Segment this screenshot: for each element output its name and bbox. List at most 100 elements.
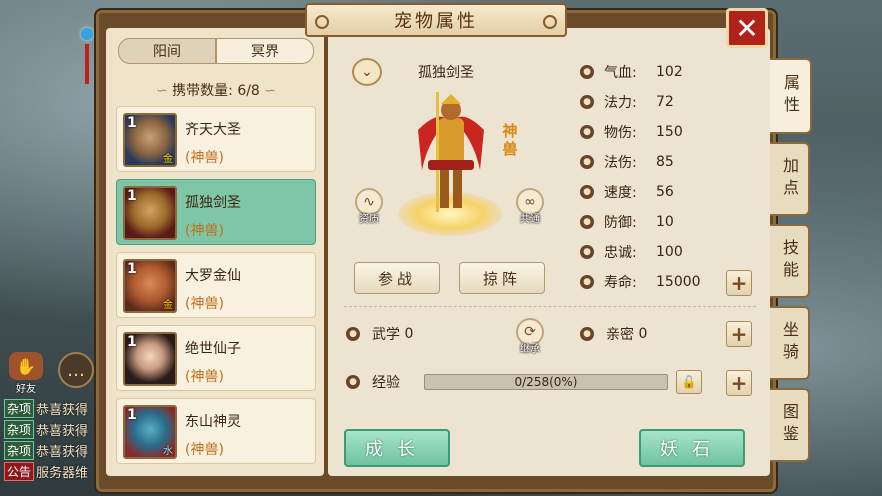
- pet-list-item[interactable]: 1 金 齐天大圣 (神兽): [116, 106, 316, 172]
- chat-text: 恭喜获得: [36, 402, 89, 418]
- pet-list-item[interactable]: 1 水 东山神灵 (神兽): [116, 398, 316, 464]
- loyalty-icon: ●: [580, 245, 594, 259]
- raid-button[interactable]: 掠阵: [459, 262, 545, 294]
- add-experience-button[interactable]: +: [726, 370, 752, 396]
- add-intimacy-button[interactable]: +: [726, 321, 752, 347]
- carry-count: ∽ 携带数量: 6/8 ∽: [118, 80, 314, 100]
- stat-label: 忠诚:: [604, 245, 637, 261]
- tab-attributes[interactable]: 属性: [770, 58, 812, 134]
- pet-level: 1: [127, 334, 137, 350]
- martial-value: 0: [404, 326, 414, 342]
- tab-mount[interactable]: 坐骑: [770, 306, 810, 380]
- chat-text: 恭喜获得: [36, 444, 89, 460]
- stat-label: 速度:: [604, 185, 637, 201]
- close-button[interactable]: ✕: [726, 8, 768, 48]
- pet-list-item[interactable]: 1 金 大罗金仙 (神兽): [116, 252, 316, 318]
- stat-label: 法力:: [604, 95, 637, 111]
- pet-grade-badge: 金: [163, 154, 173, 165]
- stat-value: 85: [656, 154, 674, 170]
- tab-codex[interactable]: 图鉴: [770, 388, 810, 462]
- carry-count-label: 携带数量:: [172, 83, 233, 99]
- stat-value: 72: [656, 94, 674, 110]
- pet-type: (神兽): [185, 442, 224, 458]
- blood-icon: ●: [580, 65, 594, 79]
- pet-portrait-monkey-king: 1 金: [123, 113, 177, 167]
- experience-bar: 0/258(0%): [424, 374, 668, 390]
- tab-skills[interactable]: 技能: [770, 224, 810, 298]
- divine-beast-tag: 神兽: [502, 122, 518, 158]
- stat-value: 15000: [656, 274, 701, 290]
- carry-count-value: 6/8: [237, 83, 260, 99]
- stat-row-speed: ● 速度: 56: [580, 181, 726, 203]
- shared-button[interactable]: ∞ 共通: [514, 188, 546, 228]
- side-tabs: 属性 加点 技能 坐骑 图鉴: [770, 58, 812, 470]
- pet-name: 大罗金仙: [185, 268, 241, 284]
- friends-button[interactable]: ✋ 好友: [6, 352, 46, 395]
- jade-charm-ornament: [80, 28, 94, 108]
- lock-icon: 🔓: [681, 375, 697, 389]
- pet-portrait-sword-saint: 1: [123, 186, 177, 240]
- intimacy-label: 亲密: [606, 327, 634, 343]
- experience-label: 经验: [372, 375, 400, 391]
- martial-row: ● 武学 0: [346, 323, 413, 345]
- pet-grade-badge: 金: [163, 300, 173, 311]
- chat-button[interactable]: …: [58, 352, 94, 388]
- stat-value: 150: [656, 124, 683, 140]
- chat-line: 公告 服务器维: [4, 461, 100, 481]
- aptitude-button[interactable]: ∿ 资质: [353, 188, 385, 228]
- add-lifespan-button[interactable]: +: [726, 270, 752, 296]
- chat-tag-announcement: 公告: [4, 461, 35, 481]
- pet-portrait-fairy: 1: [123, 332, 177, 386]
- pet-type: (神兽): [185, 150, 224, 166]
- stat-row-defense: ● 防御: 10: [580, 211, 726, 233]
- chat-line: 杂项 恭喜获得: [4, 419, 100, 439]
- demon-stone-button[interactable]: 妖石: [639, 429, 745, 467]
- tab-add-points[interactable]: 加点: [770, 142, 810, 216]
- pet-list-item[interactable]: 1 绝世仙子 (神兽): [116, 325, 316, 391]
- grow-button[interactable]: 成长: [344, 429, 450, 467]
- realm-tabs: 阳间 冥界: [118, 38, 314, 64]
- battle-button[interactable]: 参战: [354, 262, 440, 294]
- pet-type: (神兽): [185, 223, 224, 239]
- stat-label: 物伤:: [604, 125, 637, 141]
- friends-label: 好友: [16, 384, 36, 395]
- stat-label: 寿命:: [604, 275, 637, 291]
- stat-label: 法伤:: [604, 155, 637, 171]
- window-title: 宠物属性: [305, 3, 567, 37]
- pet-grade-badge: 水: [163, 446, 173, 457]
- scroll-ornament-icon: ∽: [155, 83, 173, 99]
- chat-log[interactable]: 杂项 恭喜获得 杂项 恭喜获得 杂项 恭喜获得 公告 服务器维: [4, 398, 100, 482]
- stat-value: 100: [656, 244, 683, 260]
- scroll-ornament-icon: ∽: [264, 83, 277, 99]
- inherit-button[interactable]: ⟳ 继承: [514, 318, 546, 358]
- lock-button[interactable]: 🔓: [676, 370, 702, 394]
- experience-row: ● 经验: [346, 371, 400, 393]
- stat-label: 气血:: [604, 65, 637, 81]
- experience-text: 0/258(0%): [514, 375, 578, 389]
- stat-value: 56: [656, 184, 674, 200]
- chat-line: 杂项 恭喜获得: [4, 398, 100, 418]
- chat-text: 恭喜获得: [36, 423, 89, 439]
- chat-tag: 杂项: [4, 398, 35, 418]
- experience-icon: ●: [346, 375, 360, 389]
- martial-icon: ●: [346, 327, 360, 341]
- pet-list-item-selected[interactable]: 1 孤独剑圣 (神兽): [116, 179, 316, 245]
- chat-text: 服务器维: [36, 465, 89, 481]
- flame-icon: ●: [580, 155, 594, 169]
- pet-type: (神兽): [185, 369, 224, 385]
- stat-row-loyalty: ● 忠诚: 100: [580, 241, 726, 263]
- pet-name: 绝世仙子: [185, 341, 241, 357]
- intimacy-icon: ●: [580, 327, 594, 341]
- sword-saint-figure: [418, 92, 484, 212]
- pet-level: 1: [127, 407, 137, 423]
- chat-tag: 杂项: [4, 440, 35, 460]
- tab-mortal-realm[interactable]: 阳间: [118, 38, 216, 64]
- tab-underworld[interactable]: 冥界: [216, 38, 314, 64]
- lifespan-icon: ●: [580, 275, 594, 289]
- pet-switch-dropdown[interactable]: ⌄: [352, 58, 382, 86]
- inherit-label: 继承: [520, 344, 540, 355]
- chat-line: 杂项 恭喜获得: [4, 440, 100, 460]
- stat-value: 10: [656, 214, 674, 230]
- close-icon: ✕: [735, 11, 759, 45]
- pet-portrait-golden-immortal: 1 金: [123, 259, 177, 313]
